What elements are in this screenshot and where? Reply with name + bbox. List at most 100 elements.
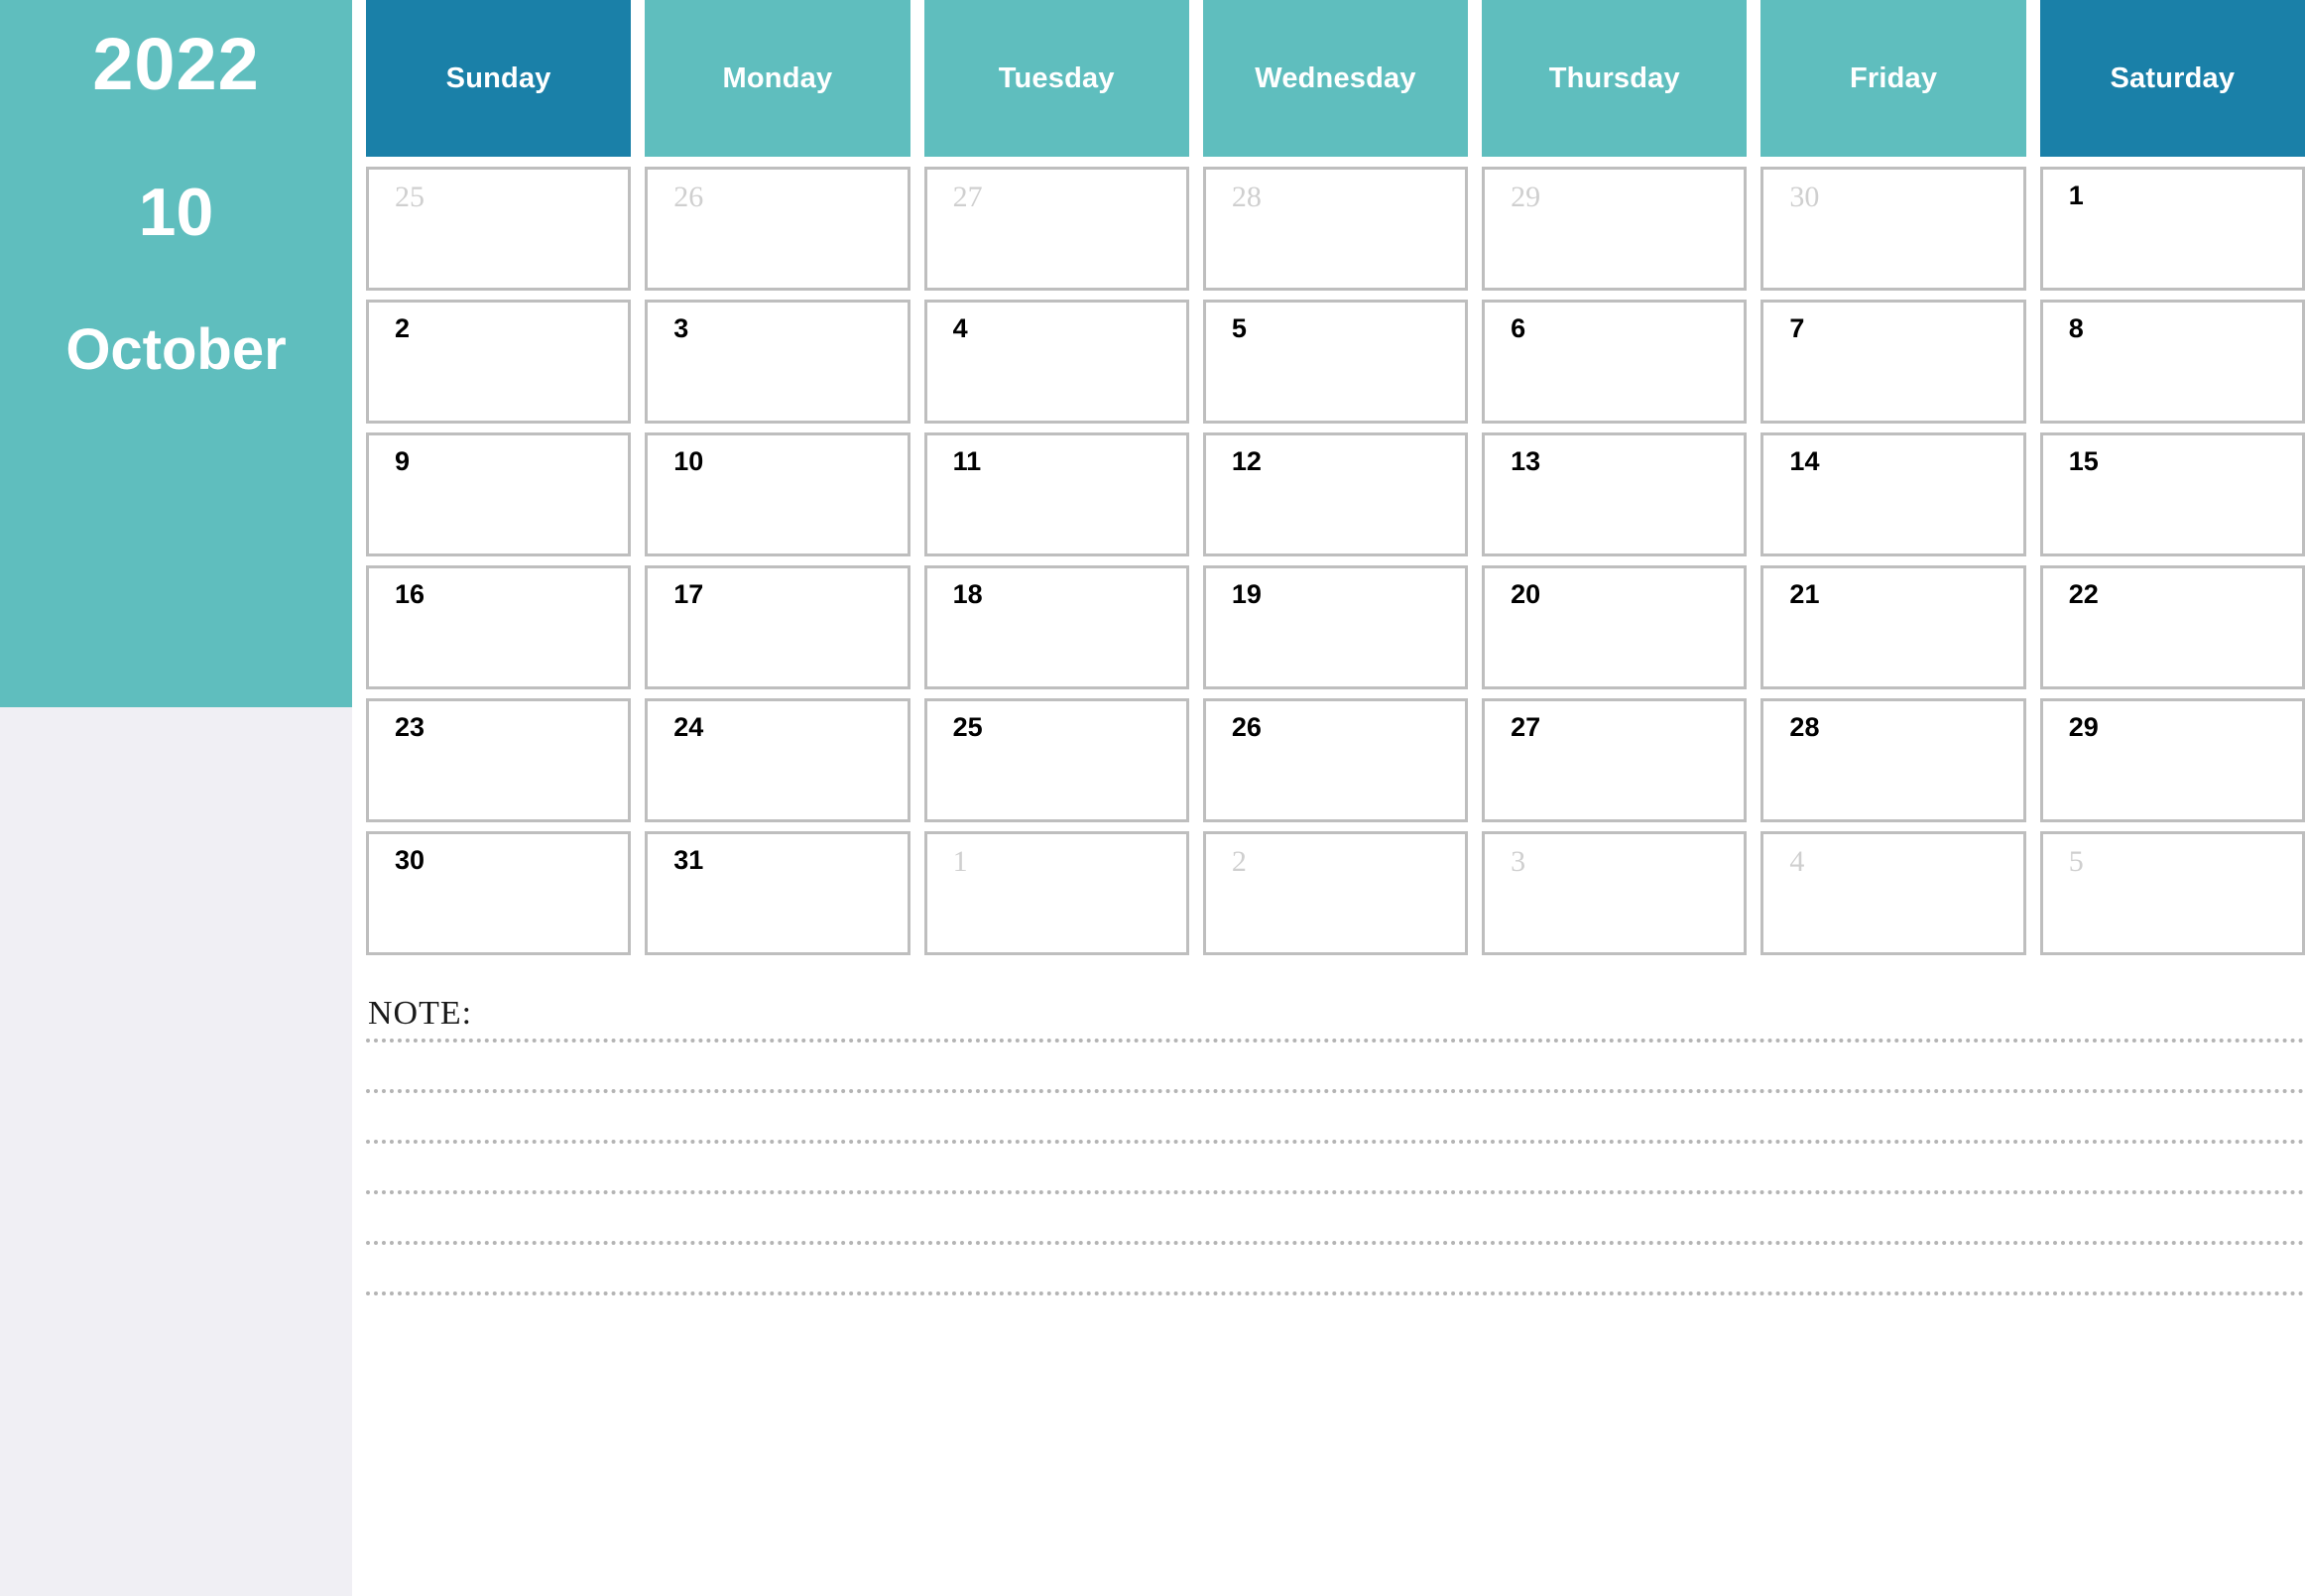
note-line[interactable] xyxy=(366,1140,2305,1144)
date-cell[interactable]: 16 xyxy=(366,565,632,689)
weekday-label: Friday xyxy=(1849,61,1938,94)
date-cell[interactable]: 9 xyxy=(366,432,632,556)
note-line[interactable] xyxy=(366,1291,2305,1295)
date-cell[interactable]: 6 xyxy=(1482,300,1748,424)
date-cell-outside[interactable]: 3 xyxy=(1482,831,1748,955)
weekday-label: Tuesday xyxy=(998,61,1115,94)
weekday-header-tuesday: Tuesday xyxy=(923,0,1189,157)
note-label: NOTE: xyxy=(368,995,473,1032)
weekday-header-wednesday: Wednesday xyxy=(1202,0,1469,157)
date-cell[interactable]: 3 xyxy=(645,300,910,424)
date-number: 2 xyxy=(395,313,411,343)
date-number: 20 xyxy=(1511,579,1541,609)
date-number: 28 xyxy=(1789,712,1820,742)
date-cell[interactable]: 2 xyxy=(366,300,632,424)
date-number: 29 xyxy=(1511,181,1541,213)
date-number: 23 xyxy=(395,712,425,742)
date-number: 21 xyxy=(1789,579,1820,609)
date-cell[interactable]: 10 xyxy=(645,432,910,556)
date-cell[interactable]: 4 xyxy=(923,300,1189,424)
date-number: 30 xyxy=(395,845,425,875)
date-cell-outside[interactable]: 28 xyxy=(1202,167,1469,291)
note-line[interactable] xyxy=(366,1241,2305,1245)
weekday-label: Sunday xyxy=(445,61,551,94)
date-number: 25 xyxy=(952,712,983,742)
note-lines-container xyxy=(366,1039,2305,1295)
date-number: 10 xyxy=(673,446,704,476)
date-cell[interactable]: 19 xyxy=(1202,565,1469,689)
date-number: 4 xyxy=(1789,845,1805,878)
sidebar: 2022 10 October xyxy=(0,0,352,1596)
date-cell[interactable]: 27 xyxy=(1482,698,1748,822)
weekday-header-monday: Monday xyxy=(645,0,910,157)
date-cell[interactable]: 5 xyxy=(1202,300,1469,424)
date-cell-outside[interactable]: 25 xyxy=(366,167,632,291)
date-number: 16 xyxy=(395,579,425,609)
date-number: 11 xyxy=(952,446,982,476)
date-number: 3 xyxy=(673,313,689,343)
date-cell[interactable]: 23 xyxy=(366,698,632,822)
date-cell[interactable]: 24 xyxy=(645,698,910,822)
month-name-label: October xyxy=(65,317,287,382)
month-title-band: 2022 10 October xyxy=(0,0,352,707)
date-cell[interactable]: 18 xyxy=(923,565,1189,689)
date-cell[interactable]: 11 xyxy=(923,432,1189,556)
date-cell[interactable]: 30 xyxy=(366,831,632,955)
weekday-label: Thursday xyxy=(1548,61,1680,94)
date-cell-outside[interactable]: 26 xyxy=(645,167,910,291)
date-number: 5 xyxy=(2068,845,2084,878)
date-number: 12 xyxy=(1231,446,1262,476)
date-cell[interactable]: 13 xyxy=(1482,432,1748,556)
date-cell[interactable]: 1 xyxy=(2039,167,2305,291)
date-cell[interactable]: 28 xyxy=(1760,698,2026,822)
date-cell-outside[interactable]: 5 xyxy=(2039,831,2305,955)
weekday-header-thursday: Thursday xyxy=(1482,0,1748,157)
date-cell[interactable]: 20 xyxy=(1482,565,1748,689)
date-cell-outside[interactable]: 29 xyxy=(1482,167,1748,291)
date-cell[interactable]: 21 xyxy=(1760,565,2026,689)
note-line[interactable] xyxy=(366,1089,2305,1093)
date-number: 15 xyxy=(2068,446,2099,476)
date-cell[interactable]: 29 xyxy=(2039,698,2305,822)
calendar-page: 2022 10 October Sunday Monday Tuesday Wedne… xyxy=(0,0,2305,1596)
date-cell[interactable]: 31 xyxy=(645,831,910,955)
date-number: 19 xyxy=(1231,579,1262,609)
weekday-header-saturday: Saturday xyxy=(2039,0,2305,157)
date-cell[interactable]: 25 xyxy=(923,698,1189,822)
date-number: 6 xyxy=(1511,313,1526,343)
weekday-label: Wednesday xyxy=(1255,61,1416,94)
date-number: 8 xyxy=(2068,313,2084,343)
date-grid: 25 26 27 28 29 30 1 2 3 4 5 6 7 8 9 10 11 12 13 14 15 16 17 18 1… xyxy=(352,157,2305,955)
date-cell[interactable]: 22 xyxy=(2039,565,2305,689)
date-number: 27 xyxy=(1511,712,1541,742)
date-number: 25 xyxy=(395,181,425,213)
date-number: 27 xyxy=(952,181,983,213)
date-number: 2 xyxy=(1231,845,1247,878)
date-number: 5 xyxy=(1231,313,1247,343)
date-cell-outside[interactable]: 1 xyxy=(923,831,1189,955)
weekday-label: Monday xyxy=(722,61,833,94)
weekday-header-sunday: Sunday xyxy=(366,0,632,157)
date-cell[interactable]: 17 xyxy=(645,565,910,689)
date-cell[interactable]: 26 xyxy=(1202,698,1469,822)
date-cell-outside[interactable]: 27 xyxy=(923,167,1189,291)
date-cell[interactable]: 14 xyxy=(1760,432,2026,556)
date-cell-outside[interactable]: 30 xyxy=(1760,167,2026,291)
note-line[interactable] xyxy=(366,1039,2305,1043)
date-number: 29 xyxy=(2068,712,2099,742)
date-cell[interactable]: 7 xyxy=(1760,300,2026,424)
date-cell[interactable]: 15 xyxy=(2039,432,2305,556)
date-number: 7 xyxy=(1789,313,1805,343)
date-number: 9 xyxy=(395,446,411,476)
date-number: 26 xyxy=(1231,712,1262,742)
weekday-header-friday: Friday xyxy=(1760,0,2026,157)
date-number: 24 xyxy=(673,712,704,742)
date-cell-outside[interactable]: 4 xyxy=(1760,831,2026,955)
date-number: 18 xyxy=(952,579,983,609)
note-line[interactable] xyxy=(366,1190,2305,1194)
date-cell[interactable]: 8 xyxy=(2039,300,2305,424)
note-section: NOTE: xyxy=(352,995,2305,1295)
date-cell-outside[interactable]: 2 xyxy=(1202,831,1469,955)
date-number: 22 xyxy=(2068,579,2099,609)
date-cell[interactable]: 12 xyxy=(1202,432,1469,556)
